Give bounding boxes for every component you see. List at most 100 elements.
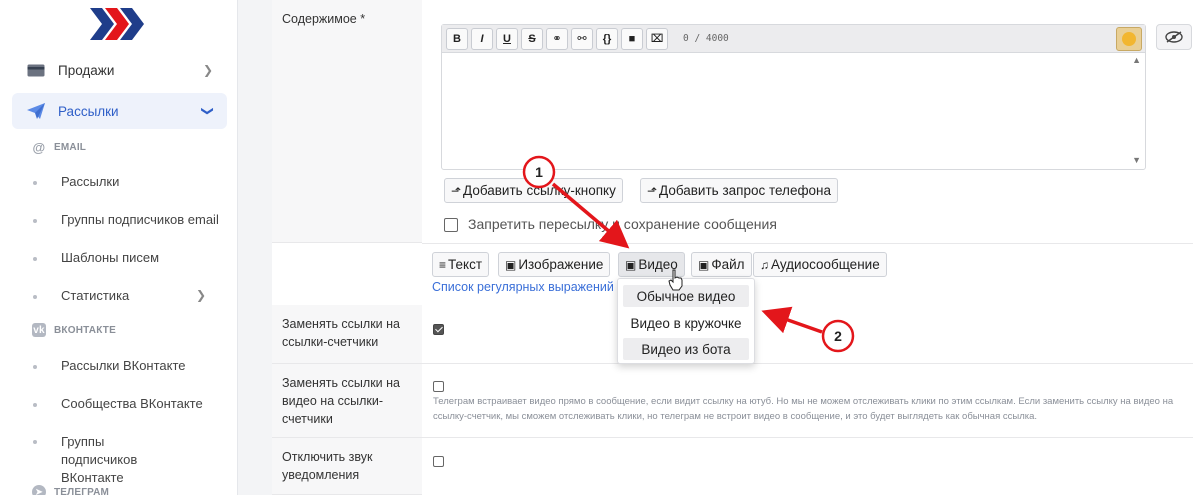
eye-off-icon: [1165, 31, 1183, 43]
attach-text-button[interactable]: ≡ Текст: [432, 252, 490, 277]
nav-sales[interactable]: Продажи ❯: [12, 52, 227, 88]
message-editor[interactable]: B I U S ⚭ ⚯ {} ■ ⌧ 0 / 4000 ▲ ▼: [441, 24, 1146, 170]
sidebar-item-email-groups[interactable]: Группы подписчиков email: [33, 212, 228, 227]
italic-button[interactable]: I: [471, 27, 493, 50]
add-link-button[interactable]: ⬏ Добавить ссылку-кнопку: [444, 178, 623, 203]
regex-list-link[interactable]: Список регулярных выражений: [432, 280, 614, 294]
logo[interactable]: [90, 8, 144, 40]
chevron-right-icon: ❯: [202, 63, 213, 77]
add-phone-button[interactable]: ⬏ Добавить запрос телефона: [640, 178, 839, 203]
section-email-label: EMAIL: [54, 141, 87, 153]
nav-mailings-label: Рассылки: [58, 103, 119, 119]
sidebar-item-label: Сообщества ВКонтакте: [61, 396, 203, 411]
add-link-button-label: Добавить ссылку-кнопку: [463, 183, 616, 198]
smiley-icon: [1122, 32, 1136, 46]
underline-button[interactable]: U: [496, 27, 518, 50]
music-note-icon: ♫: [760, 257, 769, 272]
strikethrough-button[interactable]: S: [521, 27, 543, 50]
divider: [422, 437, 1193, 438]
attach-text-label: Текст: [448, 257, 483, 272]
scroll-up-icon[interactable]: ▲: [1132, 55, 1141, 65]
attach-video-label: Видео: [638, 257, 678, 272]
sidebar-item-vk-groups[interactable]: Группы подписчиков ВКонтакте: [33, 433, 173, 487]
content-label: Содержимое *: [272, 0, 422, 243]
divider: [422, 363, 1193, 364]
emoji-button[interactable]: [1116, 27, 1142, 51]
nav-sales-label: Продажи: [58, 62, 115, 78]
add-phone-icon: ⬏: [647, 183, 658, 198]
attach-audio-button[interactable]: ♫ Аудиосообщение: [753, 252, 887, 277]
file-icon: ▣: [698, 257, 710, 272]
mute-label: Отключить звук уведомления: [272, 438, 422, 495]
divider: [422, 243, 1193, 244]
sidebar-item-label: Рассылки: [61, 174, 120, 189]
section-telegram-label: ТЕЛЕГРАМ: [54, 486, 110, 495]
add-phone-button-label: Добавить запрос телефона: [659, 183, 832, 198]
section-vk: vk ВКОНТАКТЕ: [32, 323, 116, 337]
option-bot-video[interactable]: Видео из бота: [623, 338, 749, 360]
sidebar-item-templates[interactable]: Шаблоны писем: [33, 250, 228, 265]
section-telegram: ➤ ТЕЛЕГРАМ: [32, 485, 109, 495]
sidebar-item-label: Группы подписчиков ВКонтакте: [61, 434, 138, 485]
content-label-text: Содержимое *: [282, 12, 366, 26]
preview-toggle-button[interactable]: [1156, 24, 1192, 50]
sidebar-item-vk-mailings[interactable]: Рассылки ВКонтакте: [33, 358, 228, 373]
sidebar-item-mailings[interactable]: Рассылки: [33, 174, 228, 189]
bullet-icon: [33, 181, 37, 185]
main-form: Содержимое * B I U S ⚭ ⚯ {} ■ ⌧ 0 / 4000…: [272, 0, 1193, 495]
section-vk-label: ВКОНТАКТЕ: [54, 324, 116, 336]
replace-video-checkbox[interactable]: [433, 381, 444, 392]
section-email: @ EMAIL: [32, 139, 87, 155]
at-icon: @: [32, 139, 46, 155]
paper-plane-icon: [26, 103, 46, 119]
sidebar: Продажи ❯ Рассылки ❯ @ EMAIL Рассылки Гр…: [0, 0, 238, 495]
bullet-icon: [33, 257, 37, 261]
telegram-icon: ➤: [32, 485, 46, 495]
clear-format-button[interactable]: ⌧: [646, 27, 668, 50]
bold-button[interactable]: B: [446, 27, 468, 50]
replace-links-label-text: Заменять ссылки на ссылки-счетчики: [282, 317, 400, 349]
sidebar-item-label: Рассылки ВКонтакте: [61, 358, 186, 373]
sidebar-item-label: Группы подписчиков email: [61, 212, 219, 227]
replace-links-label: Заменять ссылки на ссылки-счетчики: [272, 305, 422, 364]
attach-image-label: Изображение: [518, 257, 604, 272]
sidebar-item-vk-communities[interactable]: Сообщества ВКонтакте: [33, 396, 228, 411]
option-regular-video[interactable]: Обычное видео: [623, 285, 749, 307]
attach-image-button[interactable]: ▣ Изображение: [498, 252, 611, 277]
code-button[interactable]: {}: [596, 27, 618, 50]
attach-audio-label: Аудиосообщение: [771, 257, 880, 272]
nav-mailings[interactable]: Рассылки ❯: [12, 93, 227, 129]
replace-video-help: Телеграм встраивает видео прямо в сообще…: [433, 396, 1174, 422]
replace-video-label-text: Заменять ссылки на видео на ссылки-счетч…: [282, 376, 400, 426]
attach-file-label: Файл: [711, 257, 745, 272]
mute-checkbox[interactable]: [433, 456, 444, 467]
char-counter: 0 / 4000: [683, 33, 729, 44]
bullet-icon: [33, 403, 37, 407]
editor-toolbar: B I U S ⚭ ⚯ {} ■ ⌧ 0 / 4000: [442, 25, 1145, 53]
vk-icon: vk: [32, 323, 46, 337]
option-round-video[interactable]: Видео в кружочке: [623, 312, 749, 334]
spoiler-button[interactable]: ■: [621, 27, 643, 50]
sidebar-item-stats[interactable]: Статистика ❯: [33, 288, 228, 303]
sidebar-item-label: Шаблоны писем: [61, 250, 160, 265]
replace-video-label: Заменять ссылки на видео на ссылки-счетч…: [272, 364, 422, 438]
sidebar-item-label: Статистика: [61, 288, 130, 303]
attach-file-button[interactable]: ▣ Файл: [691, 252, 752, 277]
bullet-icon: [33, 219, 37, 223]
card-icon: [26, 62, 46, 78]
scroll-down-icon[interactable]: ▼: [1132, 155, 1141, 165]
unlink-icon[interactable]: ⚯: [571, 27, 593, 50]
replace-links-checkbox[interactable]: [433, 324, 444, 335]
attach-video-button[interactable]: ▣ Видео: [618, 252, 685, 277]
forbid-forward-checkbox[interactable]: [444, 218, 458, 232]
bullet-icon: [33, 365, 37, 369]
link-icon[interactable]: ⚭: [546, 27, 568, 50]
bullet-icon: [33, 295, 37, 299]
video-file-icon: ▣: [625, 257, 637, 272]
video-type-dropdown: Обычное видео Видео в кружочке Видео из …: [617, 278, 755, 364]
bullet-icon: [33, 440, 37, 444]
image-file-icon: ▣: [505, 257, 517, 272]
chevron-right-icon: ❯: [195, 288, 206, 302]
text-icon: ≡: [439, 257, 447, 272]
add-link-icon: ⬏: [451, 183, 462, 198]
